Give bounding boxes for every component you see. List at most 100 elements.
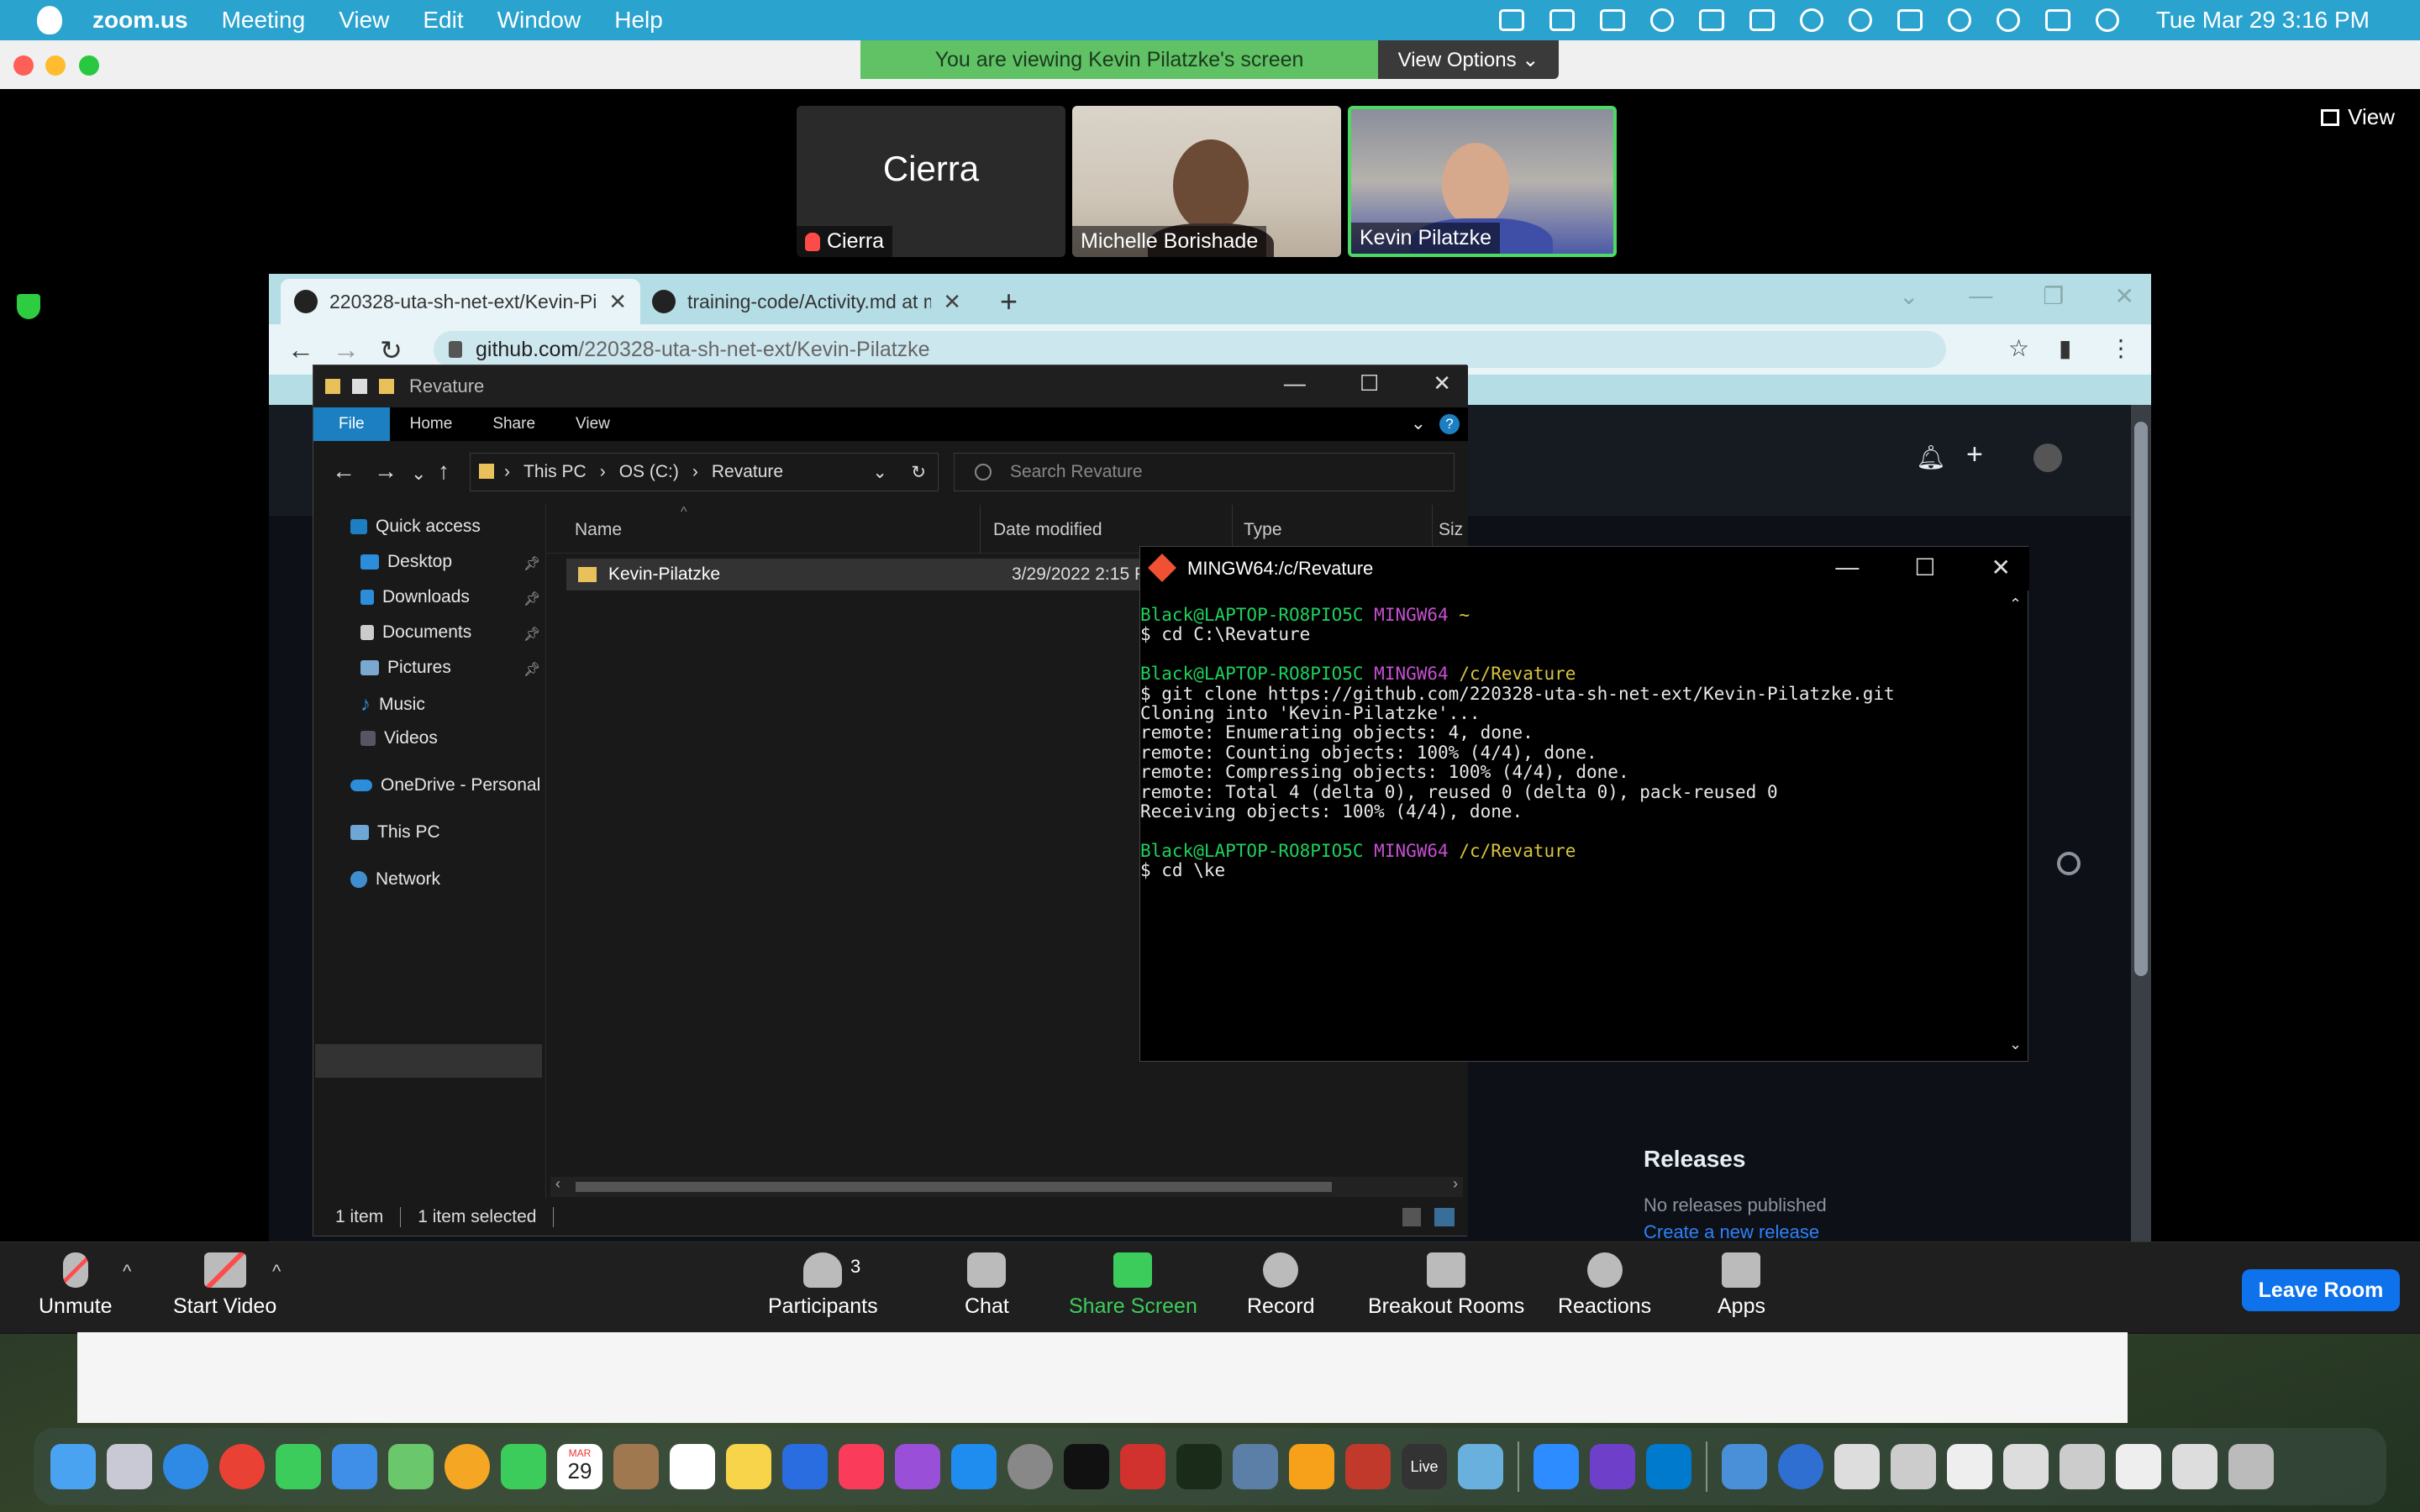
chrome-close-icon[interactable]: ✕ [2115,282,2134,310]
notes-icon[interactable] [726,1444,771,1489]
side-panel-icon[interactable]: ▮ [2059,334,2071,362]
pin-icon[interactable]: 📌︎ [523,626,540,643]
scroll-right-icon[interactable]: › [1453,1175,1458,1193]
recent-screenshot-icon[interactable] [1947,1444,1992,1489]
keyboard-icon[interactable] [1749,9,1775,31]
recent-screenshot-icon[interactable] [1834,1444,1880,1489]
file-row[interactable]: Kevin-Pilatzke 3/29/2022 2:15 P [566,559,1155,591]
column-date-modified[interactable]: Date modified [993,520,1102,540]
maximize-icon[interactable]: ☐ [1914,554,1935,581]
minimize-icon[interactable]: — [1835,554,1859,581]
reload-icon[interactable]: ↻ [380,334,402,366]
maps-icon[interactable] [388,1444,434,1489]
globe-icon[interactable] [1778,1444,1823,1489]
nav-downloads[interactable]: Downloads [360,587,470,607]
menu-help[interactable]: Help [614,7,663,34]
maximize-icon[interactable]: ☐ [1360,370,1379,396]
photos-icon[interactable] [445,1444,490,1489]
avatar-app-icon[interactable] [1458,1444,1503,1489]
participants-button[interactable]: Participants [768,1252,878,1319]
avatar[interactable] [2033,444,2062,472]
apps-button[interactable]: Apps [1718,1252,1765,1319]
contacts-icon[interactable] [613,1444,659,1489]
system-preferences-icon[interactable] [1007,1444,1053,1489]
wifi-icon[interactable] [1947,8,1971,32]
forward-arrow-icon[interactable]: → [374,458,397,485]
mail-icon[interactable] [332,1444,377,1489]
activity-monitor-icon[interactable] [1176,1444,1222,1489]
refresh-icon[interactable]: ↻ [911,462,926,483]
close-tab-icon[interactable]: ✕ [943,289,961,315]
settings-gear-icon[interactable] [2057,852,2081,875]
photo-booth-icon[interactable] [1345,1444,1391,1489]
recent-screenshot-icon[interactable] [2116,1444,2161,1489]
menu-view[interactable]: View [339,7,389,34]
fast-forward-icon[interactable] [1599,9,1625,31]
audio-options-caret[interactable]: ^ [123,1261,131,1283]
menu-window[interactable]: Window [497,7,581,34]
pin-icon[interactable]: 📌︎ [523,591,540,607]
checkmark-icon[interactable] [352,379,367,394]
siri-icon[interactable] [2095,8,2119,32]
leave-room-button[interactable]: Leave Room [2242,1269,2400,1311]
path-dropdown-icon[interactable]: ⌄ [872,462,887,483]
bluetooth-icon[interactable] [1848,8,1872,32]
git-bash-terminal[interactable]: MINGW64:/c/Revature — ☐ ✕ Black@LAPTOP-R… [1139,546,2029,1062]
close-icon[interactable]: ✕ [1991,554,2011,581]
recent-screenshot-icon[interactable] [2003,1444,2049,1489]
address-bar[interactable]: github.com/220328-uta-sh-net-ext/Kevin-P… [434,331,1946,368]
chat-button[interactable]: Chat [965,1252,1009,1319]
zoom-icon[interactable] [1534,1444,1579,1489]
chrome-tab-active[interactable]: 220328-uta-sh-net-ext/Kevin-Pila ✕ [281,279,640,324]
nav-videos[interactable]: Videos [360,728,438,748]
column-name[interactable]: Name [575,520,622,540]
battery-icon[interactable] [1897,9,1923,31]
vscode-icon[interactable] [1646,1444,1691,1489]
launchpad-icon[interactable] [107,1444,152,1489]
app-store-icon[interactable] [951,1444,997,1489]
window-maximize-button[interactable] [79,55,99,76]
recent-screenshot-icon[interactable] [1891,1444,1936,1489]
scroll-thumb[interactable] [2134,422,2148,976]
nav-music[interactable]: ♪ Music [360,693,425,717]
expand-ribbon-icon[interactable]: ⌄ [1411,412,1426,434]
view-options-button[interactable]: View Options ⌄ [1378,40,1559,79]
breadcrumb-revature[interactable]: Revature [712,462,783,482]
reminders-icon[interactable] [670,1444,715,1489]
memory-icon[interactable] [1698,9,1724,31]
control-center-icon[interactable] [2044,9,2070,31]
live-app-icon[interactable]: Live [1402,1444,1447,1489]
messages-icon[interactable] [276,1444,321,1489]
nav-pictures[interactable]: Pictures [360,658,451,678]
breadcrumb-os-c[interactable]: OS (C:) [619,462,679,482]
recent-screenshot-icon[interactable] [2060,1444,2105,1489]
ribbon-tab-share[interactable]: Share [472,407,555,441]
github-desktop-icon[interactable] [1590,1444,1635,1489]
terminal-scrollbar[interactable]: ⌃ ⌄ [2004,591,2028,1061]
column-type[interactable]: Type [1244,520,1282,540]
nav-quick-access[interactable]: Quick access [350,517,481,537]
back-arrow-icon[interactable]: ← [287,334,314,365]
participant-tile-cierra[interactable]: Cierra Cierra [797,106,1065,257]
trash-icon[interactable] [2228,1444,2274,1489]
video-options-caret[interactable]: ^ [272,1261,281,1283]
menu-clock[interactable]: Tue Mar 29 3:16 PM [2156,7,2370,34]
screenshot-icon[interactable] [1549,9,1575,31]
breadcrumb-this-pc[interactable]: This PC [523,462,587,482]
apple-icon[interactable] [37,6,62,34]
breakout-rooms-button[interactable]: Breakout Rooms [1368,1252,1524,1319]
new-folder-icon[interactable] [379,379,394,394]
downloads-folder-icon[interactable] [1722,1444,1767,1489]
menu-app-name[interactable]: zoom.us [92,7,188,34]
column-size[interactable]: Siz [1439,520,1463,540]
safari-icon[interactable] [163,1444,208,1489]
create-release-link[interactable]: Create a new release [1644,1221,1819,1243]
close-tab-icon[interactable]: ✕ [608,289,627,315]
chrome-minimize-icon[interactable]: — [1969,282,1992,310]
chrome-restore-icon[interactable]: ❐ [2043,282,2064,310]
podcasts-icon[interactable] [895,1444,940,1489]
finder-icon[interactable] [50,1444,96,1489]
search-icon[interactable] [1996,8,2020,32]
menu-edit[interactable]: Edit [423,7,463,34]
pages-icon[interactable] [1289,1444,1334,1489]
